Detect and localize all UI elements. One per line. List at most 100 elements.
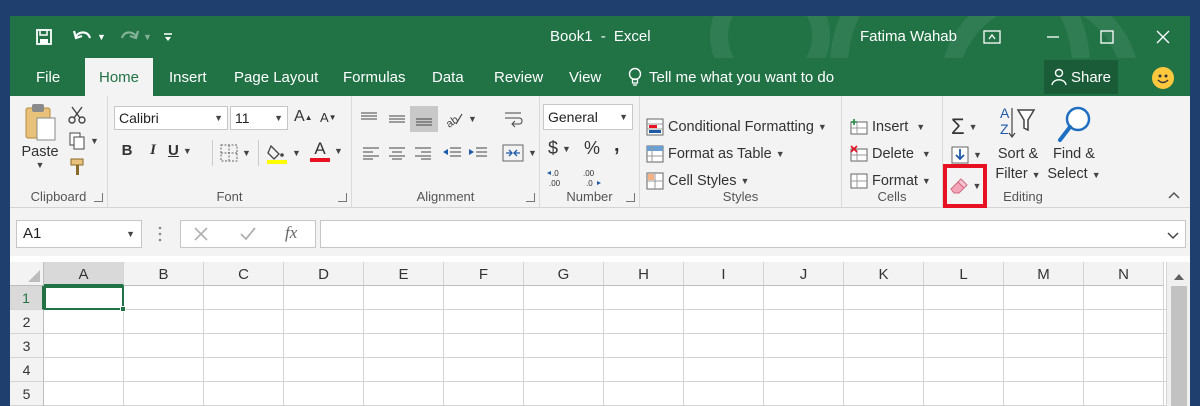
borders-button[interactable]: ▼ — [220, 144, 251, 162]
merge-center-button[interactable]: ▼ — [502, 144, 537, 162]
conditional-formatting-dropdown-icon[interactable]: ▼ — [818, 122, 827, 132]
tab-formulas[interactable]: Formulas — [341, 58, 408, 96]
column-header-m[interactable]: M — [1004, 262, 1084, 286]
conditional-formatting-button[interactable]: Conditional Formatting ▼ — [646, 118, 827, 136]
save-icon[interactable] — [32, 24, 56, 50]
column-header-g[interactable]: G — [524, 262, 604, 286]
font-launcher-icon[interactable] — [338, 193, 347, 202]
clipboard-launcher-icon[interactable] — [94, 193, 103, 202]
scroll-thumb[interactable] — [1171, 286, 1187, 406]
increase-decimal-button[interactable]: .0.00 — [546, 168, 568, 188]
tab-review[interactable]: Review — [492, 58, 545, 96]
format-cells-button[interactable]: Format ▼ — [850, 172, 931, 190]
fill-dropdown-icon[interactable]: ▼ — [973, 150, 982, 160]
tab-view[interactable]: View — [567, 58, 603, 96]
column-header-k[interactable]: K — [844, 262, 924, 286]
bottom-align-icon[interactable] — [410, 106, 438, 132]
top-align-icon[interactable] — [360, 112, 378, 126]
font-size-combo[interactable]: 11 ▼ — [230, 106, 288, 130]
font-color-dropdown-icon[interactable]: ▼ — [334, 146, 343, 156]
align-left-icon[interactable] — [362, 146, 380, 160]
row-header-3[interactable]: 3 — [10, 334, 44, 358]
align-right-icon[interactable] — [414, 146, 432, 160]
number-format-combo[interactable]: General ▼ — [543, 104, 633, 130]
shrink-font-button[interactable]: A ▼ — [320, 110, 337, 125]
font-color-button[interactable]: A ▼ — [310, 140, 343, 162]
column-header-n[interactable]: N — [1084, 262, 1164, 286]
delete-dropdown-icon[interactable]: ▼ — [922, 149, 931, 159]
formula-bar-grip-icon[interactable] — [158, 224, 162, 244]
column-header-b[interactable]: B — [124, 262, 204, 286]
fill-color-button[interactable]: ▼ — [266, 142, 301, 164]
copy-dropdown-icon[interactable]: ▼ — [90, 136, 99, 146]
collapse-ribbon-icon[interactable] — [1168, 188, 1180, 202]
fill-color-dropdown-icon[interactable]: ▼ — [292, 148, 301, 158]
number-format-dropdown-icon[interactable]: ▼ — [619, 105, 628, 129]
decrease-decimal-button[interactable]: .00.0 — [580, 168, 602, 188]
insert-cells-button[interactable]: Insert ▼ — [850, 118, 925, 136]
copy-button[interactable]: ▼ — [68, 132, 99, 150]
user-name[interactable]: Fatima Wahab — [860, 16, 957, 58]
tab-insert[interactable]: Insert — [167, 58, 209, 96]
fill-button[interactable]: ▼ — [951, 146, 982, 164]
sort-filter-dropdown-icon[interactable]: ▼ — [1032, 170, 1041, 180]
redo-button[interactable]: ▼ — [114, 24, 156, 50]
column-header-a[interactable]: A — [44, 262, 124, 286]
ribbon-display-options-icon[interactable] — [980, 24, 1004, 50]
paste-dropdown-icon[interactable]: ▼ — [36, 160, 45, 170]
row-header-2[interactable]: 2 — [10, 310, 44, 334]
insert-function-icon[interactable]: fx — [285, 223, 297, 243]
name-box[interactable]: A1 ▼ — [16, 220, 142, 248]
select-all-button[interactable] — [10, 262, 44, 286]
percent-style-button[interactable]: % — [584, 138, 600, 159]
smiley-feedback-icon[interactable] — [1152, 67, 1174, 89]
tab-file[interactable]: File — [34, 58, 62, 96]
comma-style-button[interactable]: , — [614, 134, 620, 157]
close-icon[interactable] — [1148, 24, 1178, 50]
undo-dropdown-icon[interactable]: ▼ — [97, 32, 106, 42]
paste-button[interactable]: Paste ▼ — [18, 102, 62, 184]
format-as-table-dropdown-icon[interactable]: ▼ — [776, 149, 785, 159]
increase-indent-icon[interactable] — [468, 146, 488, 160]
accounting-dropdown-icon[interactable]: ▼ — [562, 144, 571, 154]
grow-font-button[interactable]: A ▲ — [294, 108, 313, 126]
enter-entry-icon[interactable] — [239, 226, 257, 245]
align-center-icon[interactable] — [388, 146, 406, 160]
tab-data[interactable]: Data — [430, 58, 466, 96]
cell-styles-button[interactable]: Cell Styles ▼ — [646, 172, 749, 190]
bold-button[interactable]: B — [118, 142, 136, 159]
underline-button[interactable]: U ▼ — [168, 142, 192, 159]
tab-page-layout[interactable]: Page Layout — [232, 58, 320, 96]
autosum-button[interactable]: Σ ▼ — [951, 114, 978, 140]
number-launcher-icon[interactable] — [626, 193, 635, 202]
orientation-button[interactable]: ab ▼ — [444, 110, 477, 128]
wrap-text-icon[interactable] — [504, 110, 524, 128]
cut-icon[interactable] — [68, 106, 86, 124]
column-header-l[interactable]: L — [924, 262, 1004, 286]
insert-dropdown-icon[interactable]: ▼ — [916, 122, 925, 132]
share-button[interactable]: Share — [1044, 60, 1118, 94]
customize-qat-icon[interactable] — [160, 24, 176, 50]
middle-align-icon[interactable] — [388, 112, 406, 126]
underline-dropdown-icon[interactable]: ▼ — [183, 146, 192, 156]
fill-handle[interactable] — [120, 306, 126, 312]
row-header-5[interactable]: 5 — [10, 382, 44, 406]
column-header-c[interactable]: C — [204, 262, 284, 286]
alignment-launcher-icon[interactable] — [526, 193, 535, 202]
format-as-table-button[interactable]: Format as Table ▼ — [646, 145, 785, 163]
sort-filter-button[interactable]: AZ Sort & Filter ▼ — [993, 104, 1043, 196]
merge-dropdown-icon[interactable]: ▼ — [528, 148, 537, 158]
format-dropdown-icon[interactable]: ▼ — [922, 176, 931, 186]
formula-input[interactable] — [320, 220, 1186, 248]
accounting-format-button[interactable]: $ ▼ — [548, 138, 571, 159]
vertical-scrollbar[interactable] — [1166, 262, 1190, 406]
orientation-dropdown-icon[interactable]: ▼ — [468, 114, 477, 124]
column-header-e[interactable]: E — [364, 262, 444, 286]
row-header-1[interactable]: 1 — [10, 286, 44, 310]
borders-dropdown-icon[interactable]: ▼ — [242, 148, 251, 158]
italic-button[interactable]: I — [144, 142, 162, 159]
redo-dropdown-icon[interactable]: ▼ — [143, 32, 152, 42]
minimize-icon[interactable] — [1038, 24, 1068, 50]
undo-button[interactable]: ▼ — [68, 24, 110, 50]
column-header-f[interactable]: F — [444, 262, 524, 286]
